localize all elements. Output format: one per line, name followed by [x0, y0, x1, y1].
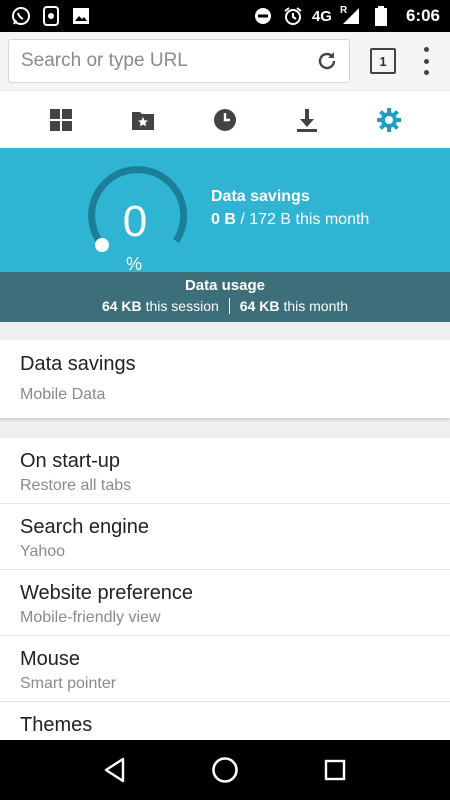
clock-time: 6:06 — [405, 6, 440, 25]
system-navigation-bar — [0, 740, 450, 800]
savings-gauge: 0 % — [82, 162, 188, 274]
speed-dial-grid-icon[interactable] — [41, 100, 81, 140]
data-savings-banner[interactable]: 0 % Data savings 0 B / 172 B this month — [0, 148, 450, 274]
savings-total: / 172 B this month — [240, 211, 370, 228]
setting-subtitle: Mobile Data — [20, 386, 106, 403]
signal-icon: R — [340, 5, 362, 27]
setting-subtitle: Smart pointer — [20, 675, 117, 692]
recents-icon[interactable] — [320, 755, 350, 785]
setting-search-engine[interactable]: Search engine Yahoo — [0, 504, 450, 570]
setting-data-savings[interactable]: Data savings Mobile Data — [0, 340, 450, 418]
usage-divider — [228, 298, 230, 314]
data-usage-strip: Data usage 64 KB this session 64 KB this… — [0, 272, 450, 322]
whatsapp-icon — [10, 5, 32, 27]
general-settings-card: On start-up Restore all tabs Search engi… — [0, 438, 450, 740]
savings-percentage: 0 — [122, 197, 148, 246]
savings-value: 0 B / 172 B this month — [211, 211, 369, 229]
gear-icon[interactable] — [369, 100, 409, 140]
session-usage-label: this session — [145, 298, 219, 314]
download-icon[interactable] — [287, 100, 327, 140]
savings-amount: 0 B — [211, 211, 236, 228]
network-type: 4G — [311, 7, 332, 25]
setting-subtitle: Mobile-friendly view — [20, 609, 161, 626]
setting-title: Website preference — [20, 582, 194, 604]
savings-title: Data savings — [211, 188, 310, 205]
back-icon[interactable] — [100, 755, 130, 785]
start-page-tabs — [0, 90, 450, 148]
usage-title: Data usage — [184, 277, 266, 294]
roaming-label: R — [339, 5, 348, 16]
home-icon[interactable] — [210, 755, 240, 785]
setting-subtitle: Yahoo — [20, 543, 66, 560]
setting-on-start-up[interactable]: On start-up Restore all tabs — [0, 438, 450, 504]
phone-app-icon — [40, 5, 62, 27]
status-bar: 4G R 6:06 — [0, 0, 450, 32]
setting-website-preference[interactable]: Website preference Mobile-friendly view — [0, 570, 450, 636]
battery-icon — [370, 5, 392, 27]
setting-title: Search engine — [20, 516, 149, 538]
session-usage-amount: 64 KB — [101, 298, 142, 314]
url-bar: 1 — [0, 32, 450, 90]
setting-title: Themes — [20, 714, 93, 736]
status-left — [10, 5, 92, 27]
history-clock-icon[interactable] — [205, 100, 245, 140]
url-box[interactable] — [8, 39, 350, 83]
do-not-disturb-icon — [252, 5, 274, 27]
month-usage-amount: 64 KB — [239, 298, 280, 314]
bookmark-folder-icon[interactable] — [123, 100, 163, 140]
setting-mouse[interactable]: Mouse Smart pointer — [0, 636, 450, 702]
month-usage-label: this month — [283, 298, 349, 314]
setting-title: Data savings — [20, 353, 136, 375]
setting-title: Mouse — [20, 648, 81, 670]
url-input[interactable] — [19, 49, 315, 73]
setting-subtitle: Restore all tabs — [20, 477, 132, 494]
status-right: 4G R 6:06 — [252, 5, 440, 27]
setting-title: On start-up — [20, 450, 121, 472]
tab-switcher-button[interactable]: 1 — [370, 48, 396, 74]
alarm-icon — [282, 5, 304, 27]
reload-icon[interactable] — [315, 49, 339, 73]
usage-row: 64 KB this session 64 KB this month — [0, 298, 450, 314]
overflow-menu-icon[interactable] — [422, 47, 430, 75]
image-icon — [70, 5, 92, 27]
data-savings-card: Data savings Mobile Data — [0, 340, 450, 418]
